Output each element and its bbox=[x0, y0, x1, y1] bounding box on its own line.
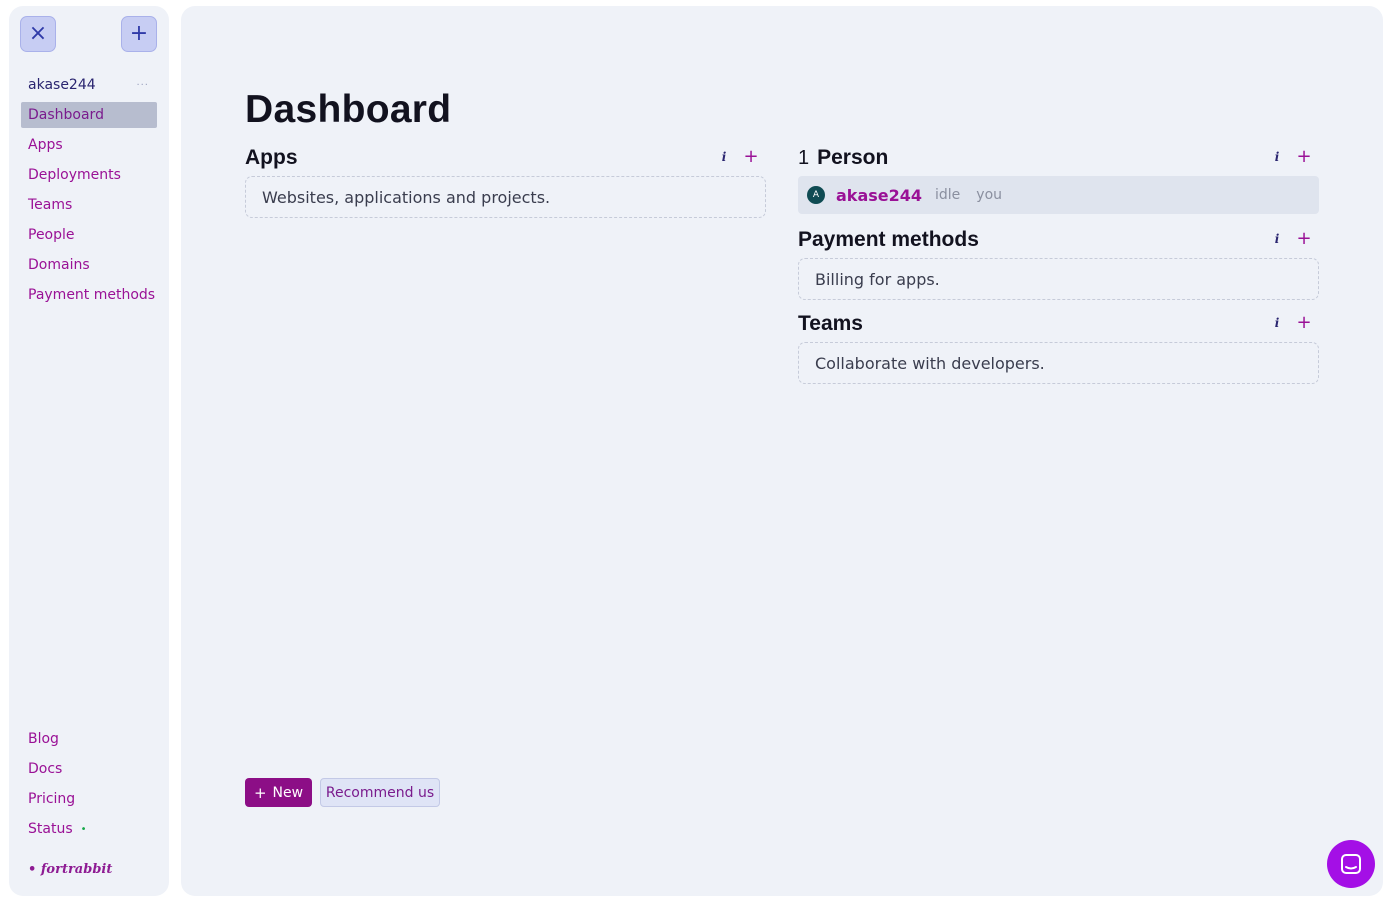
sidebar-item-apps[interactable]: Apps bbox=[21, 132, 157, 158]
chat-icon bbox=[1341, 854, 1361, 874]
more-icon[interactable]: ··· bbox=[136, 80, 149, 91]
sidebar-footer-nav: Blog Docs Pricing Status • bbox=[21, 726, 157, 846]
close-icon: × bbox=[28, 21, 48, 46]
avatar: A bbox=[807, 186, 825, 204]
sidebar-item-status-label: Status bbox=[28, 821, 73, 837]
sidebar-user[interactable]: akase244 ··· bbox=[21, 72, 157, 98]
apps-header: Apps i + bbox=[245, 144, 766, 172]
apps-actions: i + bbox=[717, 148, 760, 166]
people-header: 1 Person i + bbox=[798, 144, 1319, 172]
sidebar-item-people[interactable]: People bbox=[21, 222, 157, 248]
teams-header: Teams i + bbox=[798, 310, 1319, 338]
teams-title[interactable]: Teams bbox=[798, 312, 863, 336]
people-actions: i + bbox=[1270, 148, 1313, 166]
add-team-icon[interactable]: + bbox=[1295, 314, 1313, 332]
apps-section: Apps i + Websites, applications and proj… bbox=[245, 144, 766, 218]
people-section: 1 Person i + A akase244 idle you bbox=[798, 144, 1319, 214]
sidebar-item-pricing[interactable]: Pricing bbox=[21, 786, 157, 812]
apps-empty-box: Websites, applications and projects. bbox=[245, 176, 766, 218]
sidebar-item-docs[interactable]: Docs bbox=[21, 756, 157, 782]
person-row[interactable]: A akase244 idle you bbox=[798, 176, 1319, 214]
fortrabbit-logo[interactable]: • fortrabbit bbox=[28, 862, 112, 877]
people-title[interactable]: Person bbox=[817, 146, 888, 170]
new-button-label: New bbox=[272, 784, 304, 801]
status-indicator-icon: • bbox=[80, 823, 87, 835]
sidebar-item-domains[interactable]: Domains bbox=[21, 252, 157, 278]
sidebar-item-payment-methods[interactable]: Payment methods bbox=[21, 282, 157, 308]
close-sidebar-button[interactable]: × bbox=[20, 16, 56, 52]
sidebar: × + akase244 ··· Dashboard Apps Deployme… bbox=[9, 6, 169, 896]
recommend-us-button[interactable]: Recommend us bbox=[320, 778, 440, 807]
chat-widget-button[interactable] bbox=[1327, 840, 1375, 888]
main-panel: Dashboard Apps i + Websites, application… bbox=[181, 6, 1383, 896]
payment-methods-empty-box: Billing for apps. bbox=[798, 258, 1319, 300]
payment-methods-actions: i + bbox=[1270, 230, 1313, 248]
person-status: idle bbox=[935, 187, 961, 203]
sidebar-item-blog[interactable]: Blog bbox=[21, 726, 157, 752]
payment-methods-header: Payment methods i + bbox=[798, 226, 1319, 254]
plus-icon: + bbox=[129, 21, 149, 46]
info-icon[interactable]: i bbox=[717, 150, 731, 164]
plus-icon: + bbox=[253, 783, 267, 802]
info-icon[interactable]: i bbox=[1270, 316, 1284, 330]
teams-section: Teams i + Collaborate with developers. bbox=[798, 310, 1319, 384]
sidebar-item-teams[interactable]: Teams bbox=[21, 192, 157, 218]
apps-title[interactable]: Apps bbox=[245, 146, 298, 170]
sidebar-item-dashboard[interactable]: Dashboard bbox=[21, 102, 157, 128]
page-title: Dashboard bbox=[245, 88, 452, 131]
info-icon[interactable]: i bbox=[1270, 232, 1284, 246]
payment-methods-title[interactable]: Payment methods bbox=[798, 228, 979, 252]
sidebar-item-deployments[interactable]: Deployments bbox=[21, 162, 157, 188]
add-person-icon[interactable]: + bbox=[1295, 148, 1313, 166]
person-tag: you bbox=[976, 187, 1003, 203]
payment-methods-section: Payment methods i + Billing for apps. bbox=[798, 226, 1319, 300]
sidebar-item-status[interactable]: Status • bbox=[21, 816, 157, 842]
people-count: 1 bbox=[798, 146, 810, 169]
add-payment-method-icon[interactable]: + bbox=[1295, 230, 1313, 248]
sidebar-nav: akase244 ··· Dashboard Apps Deployments … bbox=[21, 72, 157, 312]
add-app-icon[interactable]: + bbox=[742, 148, 760, 166]
new-button[interactable]: + New bbox=[245, 778, 312, 807]
add-button[interactable]: + bbox=[121, 16, 157, 52]
person-name[interactable]: akase244 bbox=[836, 186, 922, 205]
teams-actions: i + bbox=[1270, 314, 1313, 332]
sidebar-user-label: akase244 bbox=[28, 77, 96, 93]
info-icon[interactable]: i bbox=[1270, 150, 1284, 164]
teams-empty-box: Collaborate with developers. bbox=[798, 342, 1319, 384]
